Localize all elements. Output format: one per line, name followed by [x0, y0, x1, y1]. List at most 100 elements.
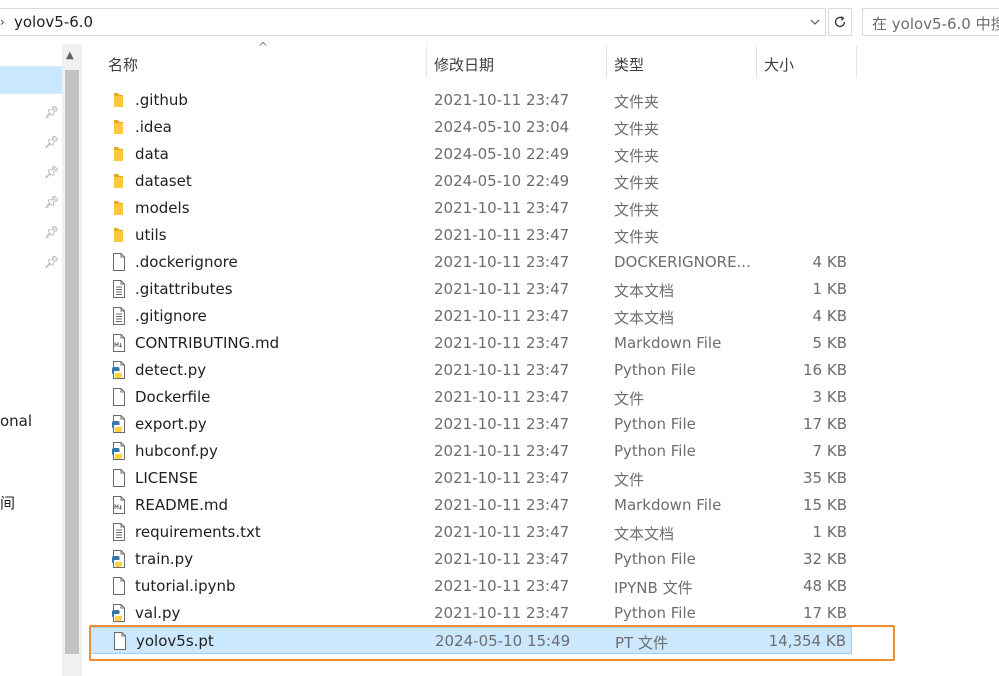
file-size: 17 KB — [803, 415, 847, 433]
scrollbar-thumb[interactable] — [65, 70, 79, 654]
file-row[interactable]: README.md 2021-10-11 23:47 Markdown File 15… — [90, 492, 852, 519]
nav-item-label[interactable]: onal — [0, 412, 32, 430]
breadcrumb-chevron-icon[interactable]: › — [0, 15, 8, 29]
file-type: Python File — [614, 550, 696, 568]
pin-icon: 📌︎ — [44, 135, 60, 149]
file-type: Markdown File — [614, 334, 722, 352]
file-size: 3 KB — [812, 388, 847, 406]
file-row[interactable]: CONTRIBUTING.md 2021-10-11 23:47 Markdown … — [90, 330, 852, 357]
file-row[interactable]: .github 2021-10-11 23:47 文件夹 — [90, 87, 852, 114]
file-row[interactable]: export.py 2021-10-11 23:47 Python File 17 K… — [90, 411, 852, 438]
file-icon — [110, 468, 128, 488]
column-header-name[interactable]: 名称 — [108, 54, 138, 75]
file-size: 15 KB — [803, 496, 847, 514]
address-bar[interactable]: › yolov5-6.0 — [0, 8, 826, 36]
file-size: 4 KB — [812, 307, 847, 325]
file-type: Markdown File — [614, 496, 722, 514]
pin-icon: 📌︎ — [44, 165, 60, 179]
file-name: .gitignore — [135, 307, 207, 325]
address-dropdown-icon[interactable] — [805, 9, 825, 35]
file-name: .gitattributes — [135, 280, 233, 298]
file-row[interactable]: models 2021-10-11 23:47 文件夹 — [90, 195, 852, 222]
column-divider[interactable] — [856, 46, 857, 78]
file-date: 2021-10-11 23:47 — [434, 523, 570, 541]
file-name: CONTRIBUTING.md — [135, 334, 280, 352]
file-name: detect.py — [135, 361, 207, 379]
file-date: 2021-10-11 23:47 — [434, 361, 570, 379]
folder-icon — [110, 171, 128, 191]
navigation-pane: 📌︎ 📌︎ 📌︎ 📌︎ 📌︎ 📌︎ onal 间 — [0, 44, 62, 676]
nav-scrollbar[interactable]: ▲ — [62, 44, 82, 676]
file-date: 2021-10-11 23:47 — [434, 469, 570, 487]
file-size: 48 KB — [803, 577, 847, 595]
file-name: .dockerignore — [135, 253, 238, 271]
file-size: 7 KB — [812, 442, 847, 460]
file-name: train.py — [135, 550, 194, 568]
column-header-date[interactable]: 修改日期 — [434, 54, 494, 75]
file-date: 2021-10-11 23:47 — [434, 91, 570, 109]
file-date: 2024-05-10 23:04 — [434, 118, 570, 136]
file-row[interactable]: .gitignore 2021-10-11 23:47 文本文档 4 KB — [90, 303, 852, 330]
file-name: export.py — [135, 415, 207, 433]
file-date: 2024-05-10 22:49 — [434, 145, 570, 163]
file-type: 文件 — [614, 471, 645, 489]
folder-icon — [110, 225, 128, 245]
file-type: 文件 — [614, 390, 645, 408]
file-row[interactable]: LICENSE 2021-10-11 23:47 文件 35 KB — [90, 465, 852, 492]
file-row[interactable]: dataset 2024-05-10 22:49 文件夹 — [90, 168, 852, 195]
file-row[interactable]: val.py 2021-10-11 23:47 Python File 17 KB — [90, 600, 852, 627]
file-date: 2021-10-11 23:47 — [434, 199, 570, 217]
highlight-annotation-box — [89, 625, 895, 661]
file-size: 4 KB — [812, 253, 847, 271]
folder-icon — [110, 90, 128, 110]
column-divider[interactable] — [756, 46, 757, 78]
file-date: 2021-10-11 23:47 — [434, 415, 570, 433]
file-type: IPYNB 文件 — [614, 579, 693, 597]
file-row[interactable]: requirements.txt 2021-10-11 23:47 文本文档 1 KB — [90, 519, 852, 546]
file-row[interactable]: data 2024-05-10 22:49 文件夹 — [90, 141, 852, 168]
file-row[interactable]: train.py 2021-10-11 23:47 Python File 32 KB — [90, 546, 852, 573]
file-date: 2021-10-11 23:47 — [434, 226, 570, 244]
column-divider[interactable] — [426, 46, 427, 78]
pin-icon: 📌︎ — [44, 195, 60, 209]
file-row[interactable]: hubconf.py 2021-10-11 23:47 Python File 7 K… — [90, 438, 852, 465]
refresh-button[interactable] — [828, 8, 852, 36]
nav-selected-item[interactable] — [0, 66, 62, 94]
file-type: 文件夹 — [614, 201, 660, 219]
file-type: 文本文档 — [614, 309, 675, 327]
file-row[interactable]: .gitattributes 2021-10-11 23:47 文本文档 1 KB — [90, 276, 852, 303]
file-type: 文本文档 — [614, 282, 675, 300]
search-input[interactable]: 在 yolov5-6.0 中搜索 — [862, 8, 999, 36]
file-row[interactable]: detect.py 2021-10-11 23:47 Python File 16 K… — [90, 357, 852, 384]
python-file-icon — [110, 360, 128, 380]
file-size: 17 KB — [803, 604, 847, 622]
file-type: 文本文档 — [614, 525, 675, 543]
address-path[interactable]: yolov5-6.0 — [14, 13, 93, 31]
file-name: tutorial.ipynb — [135, 577, 236, 595]
file-row[interactable]: .idea 2024-05-10 23:04 文件夹 — [90, 114, 852, 141]
folder-icon — [110, 144, 128, 164]
python-file-icon — [110, 414, 128, 434]
column-header-size[interactable]: 大小 — [764, 54, 794, 75]
file-row[interactable]: utils 2021-10-11 23:47 文件夹 — [90, 222, 852, 249]
file-name: hubconf.py — [135, 442, 218, 460]
column-header-type[interactable]: 类型 — [614, 54, 644, 75]
file-date: 2021-10-11 23:47 — [434, 577, 570, 595]
file-row[interactable]: .dockerignore 2021-10-11 23:47 DOCKERIGNOR… — [90, 249, 852, 276]
file-icon — [110, 576, 128, 596]
file-row[interactable]: Dockerfile 2021-10-11 23:47 文件 3 KB — [90, 384, 852, 411]
python-file-icon — [110, 441, 128, 461]
file-date: 2021-10-11 23:47 — [434, 280, 570, 298]
file-name: requirements.txt — [135, 523, 261, 541]
python-file-icon — [110, 549, 128, 569]
file-date: 2021-10-11 23:47 — [434, 442, 570, 460]
refresh-icon — [834, 16, 846, 28]
file-size: 35 KB — [803, 469, 847, 487]
text-file-icon — [110, 522, 128, 542]
column-divider[interactable] — [606, 46, 607, 78]
nav-item-label[interactable]: 间 — [0, 492, 15, 513]
file-size: 1 KB — [812, 280, 847, 298]
file-row[interactable]: tutorial.ipynb 2021-10-11 23:47 IPYNB 文件 48… — [90, 573, 852, 600]
scroll-up-icon[interactable]: ▲ — [66, 50, 74, 61]
file-name: data — [135, 145, 169, 163]
